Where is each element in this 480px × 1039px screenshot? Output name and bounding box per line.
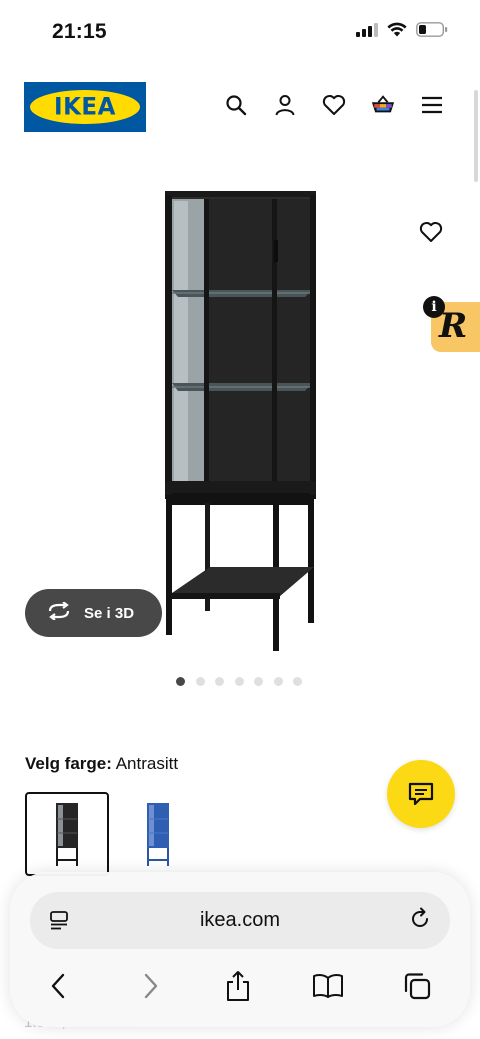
tabs-icon[interactable] xyxy=(397,966,437,1006)
gallery-dot[interactable] xyxy=(293,677,302,686)
gallery-dot[interactable] xyxy=(273,677,283,686)
gallery-dot[interactable] xyxy=(234,677,244,686)
product-image[interactable] xyxy=(150,185,330,655)
color-label-title: Velg farge: xyxy=(25,754,112,773)
chat-button[interactable] xyxy=(387,760,455,828)
info-icon[interactable]: i xyxy=(423,296,445,318)
logo-text: IKEA xyxy=(54,93,116,121)
cart-icon[interactable] xyxy=(371,93,395,117)
status-bar: 21:15 xyxy=(0,0,480,60)
bookmarks-icon[interactable] xyxy=(308,966,348,1006)
favourites-icon[interactable] xyxy=(322,93,346,117)
forward-icon[interactable] xyxy=(131,966,171,1006)
wifi-icon xyxy=(387,22,407,42)
gallery-pagination xyxy=(176,677,302,686)
gallery-dot[interactable] xyxy=(215,677,224,686)
color-swatch-blue[interactable] xyxy=(116,792,200,876)
url-text: ikea.com xyxy=(199,909,281,931)
ikea-logo[interactable]: IKEA xyxy=(24,82,146,132)
battery-icon xyxy=(416,22,448,42)
browser-nav xyxy=(10,966,470,1006)
gallery-dot[interactable] xyxy=(254,677,263,686)
logo-ellipse: IKEA xyxy=(30,90,140,124)
menu-icon[interactable] xyxy=(420,93,444,117)
page-scrollbar[interactable] xyxy=(474,90,478,182)
color-label: Velg farge: Antrasitt xyxy=(25,754,178,774)
add-to-favourites-button[interactable] xyxy=(417,218,445,246)
share-icon[interactable] xyxy=(218,966,258,1006)
search-icon[interactable] xyxy=(224,93,248,117)
account-icon[interactable] xyxy=(273,93,297,117)
view-in-3d-button[interactable]: Se i 3D xyxy=(25,589,162,637)
gallery-dot[interactable] xyxy=(176,677,185,686)
site-header: IKEA xyxy=(0,78,480,138)
address-bar[interactable]: ikea.com xyxy=(30,892,450,949)
cellular-signal-icon xyxy=(356,22,378,42)
gallery-dot[interactable] xyxy=(195,677,205,686)
status-time: 21:15 xyxy=(52,20,107,43)
header-nav xyxy=(224,93,444,117)
status-icons xyxy=(356,22,448,42)
color-swatch-anthracite[interactable] xyxy=(25,792,109,876)
color-label-value: Antrasitt xyxy=(115,754,179,773)
view-in-3d-label: Se i 3D xyxy=(84,604,135,622)
reload-icon[interactable] xyxy=(408,907,432,931)
rotate-3d-icon xyxy=(46,600,72,625)
back-icon[interactable] xyxy=(38,966,78,1006)
browser-toolbar: ikea.com xyxy=(10,872,470,1027)
